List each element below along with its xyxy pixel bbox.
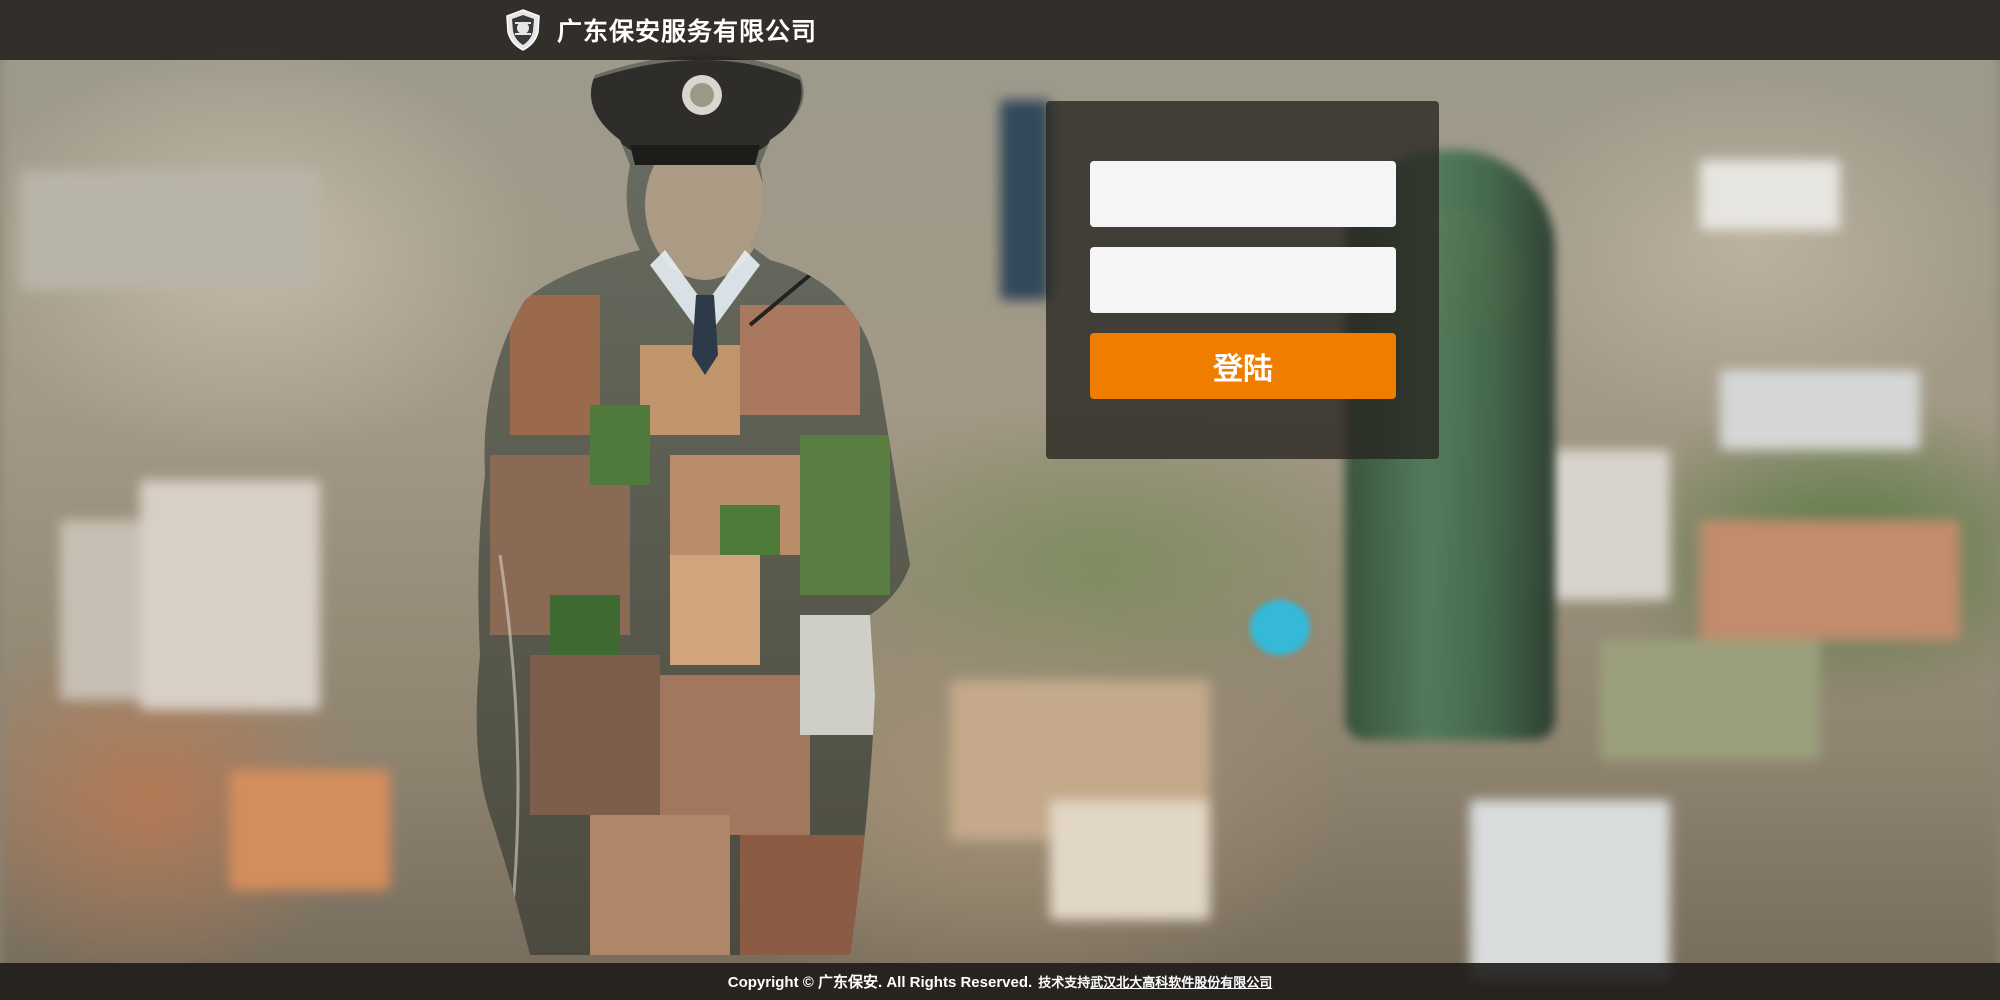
support-prefix: 技术支持	[1038, 975, 1091, 990]
brand[interactable]: 广东保安服务有限公司	[503, 6, 817, 54]
security-guard-silhouette	[476, 55, 911, 955]
login-panel: 登陆	[1046, 101, 1439, 459]
top-bar: 广东保安服务有限公司	[0, 0, 2000, 60]
login-button[interactable]: 登陆	[1090, 333, 1396, 399]
pool	[1250, 600, 1310, 655]
city-background	[0, 0, 2000, 1000]
username-field[interactable]	[1090, 161, 1396, 227]
copyright-text: Copyright © 广东保安. All Rights Reserved.	[727, 974, 1033, 991]
password-field[interactable]	[1090, 247, 1396, 313]
security-badge-icon	[506, 9, 540, 51]
footer: Copyright © 广东保安. All Rights Reserved. 技…	[0, 963, 2000, 1000]
company-title: 广东保安服务有限公司	[557, 17, 818, 46]
support-company-link[interactable]: 武汉北大高科软件股份有限公司	[1090, 972, 1272, 991]
